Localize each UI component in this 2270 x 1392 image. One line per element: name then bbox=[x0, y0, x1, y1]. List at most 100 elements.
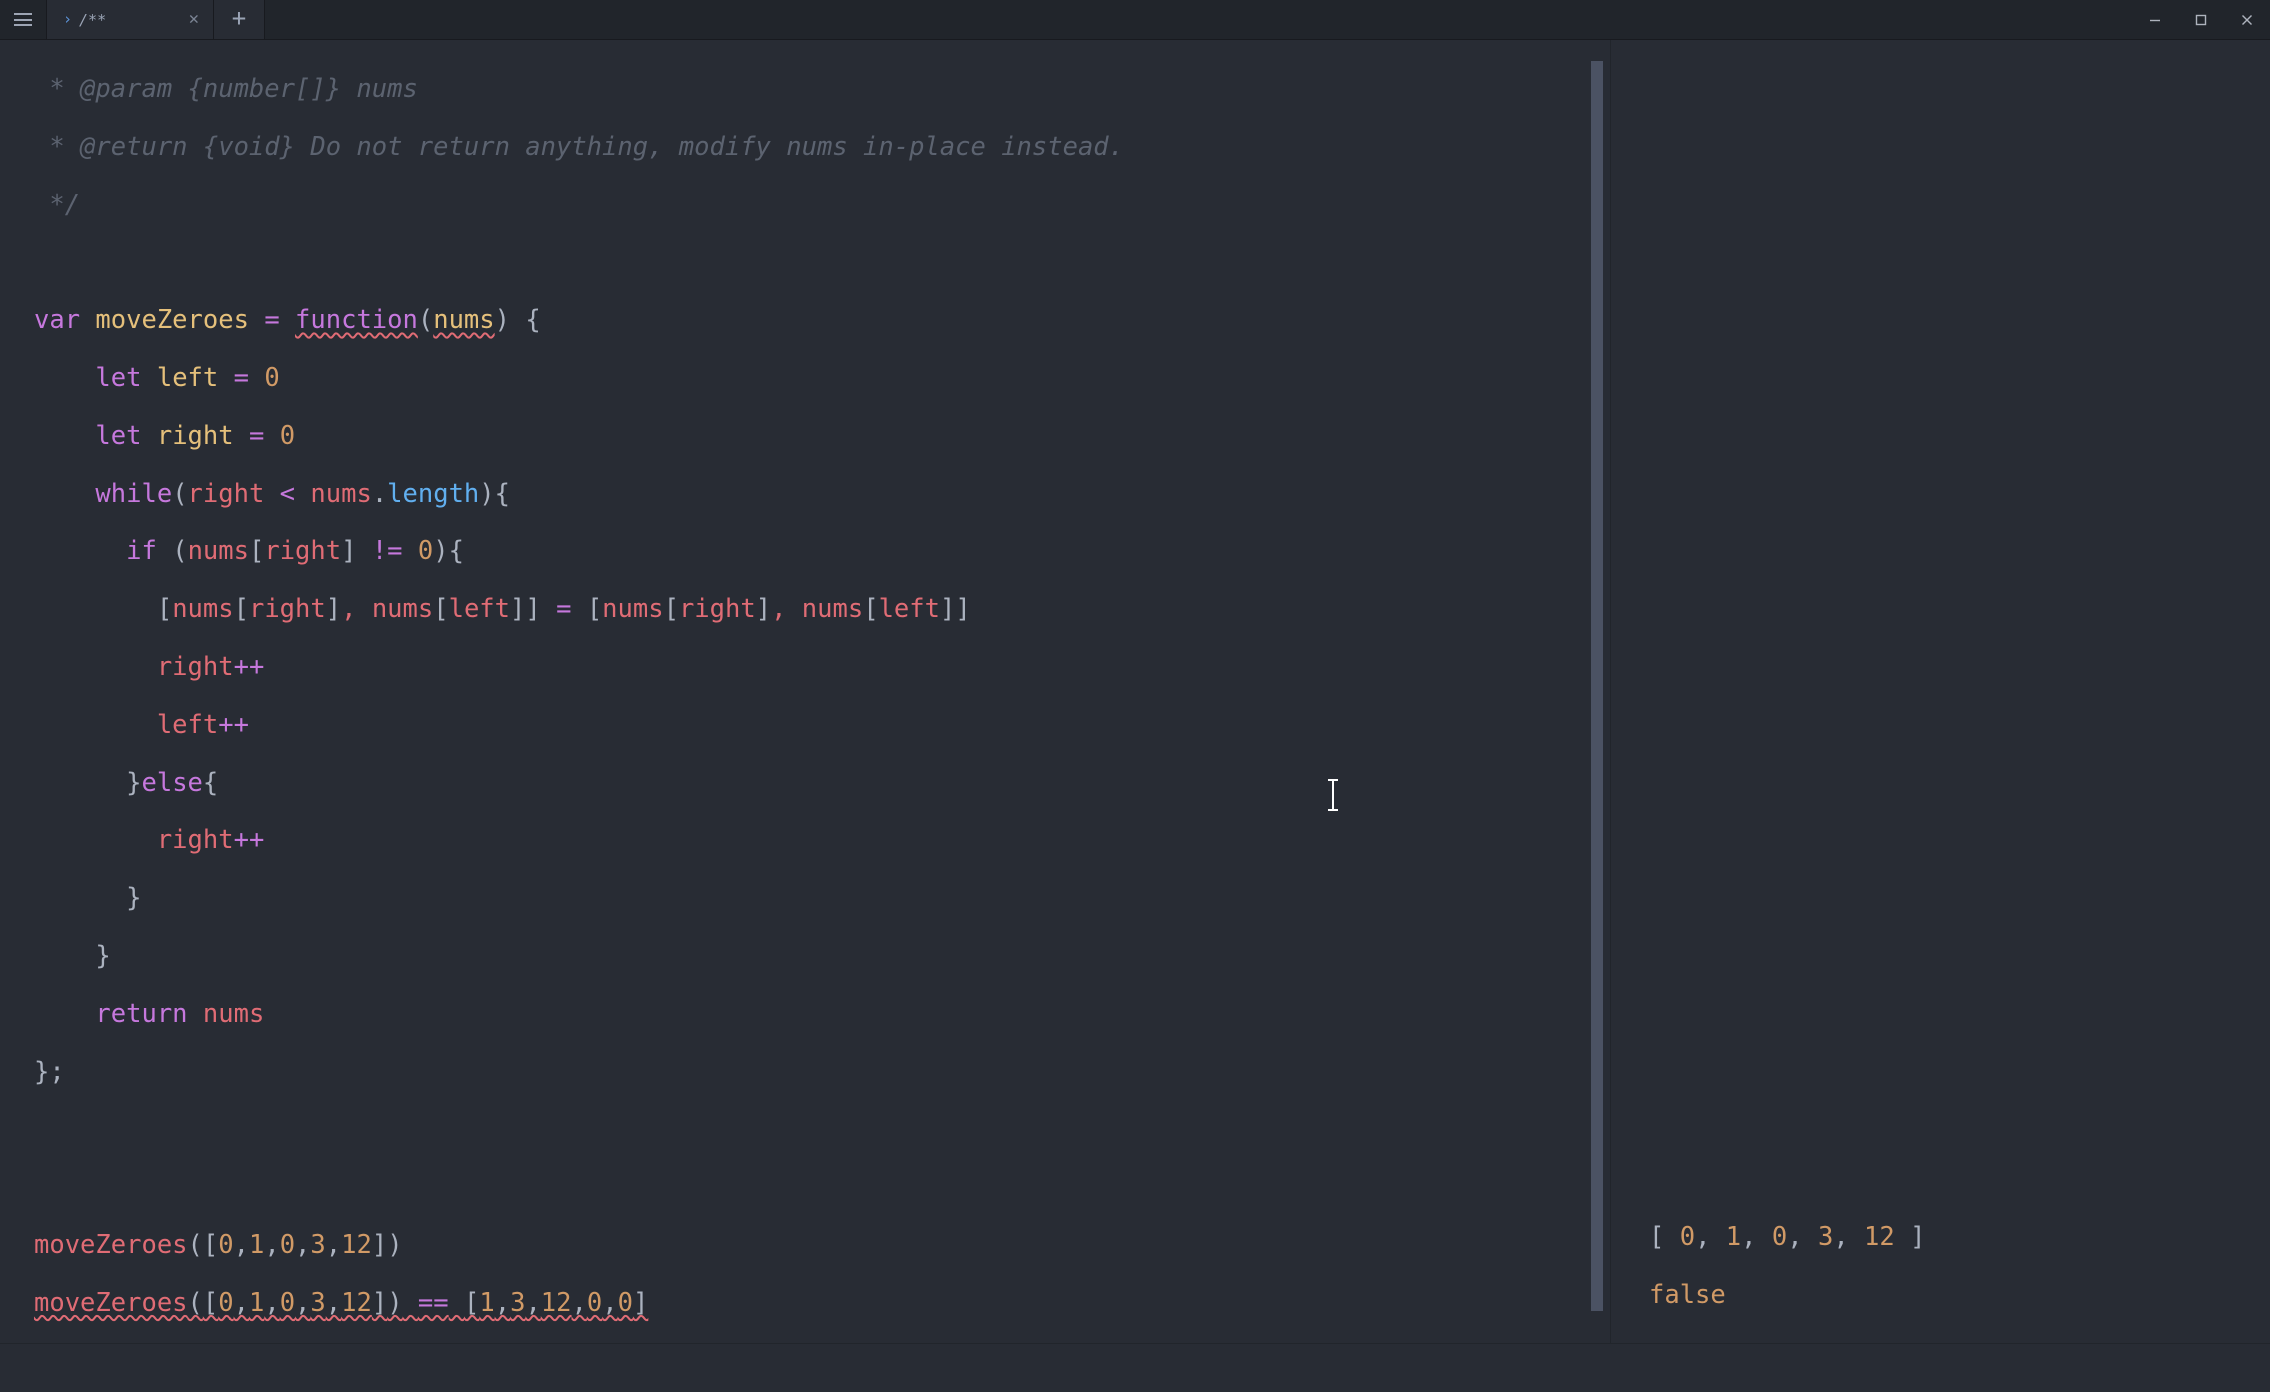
code-token: 1 bbox=[479, 1287, 495, 1318]
editor-tab[interactable]: › /** ✕ bbox=[47, 0, 214, 39]
output-token: false bbox=[1649, 1279, 1726, 1310]
code-token: ( bbox=[172, 536, 188, 567]
code-token: 3 bbox=[510, 1287, 526, 1318]
code-token: right bbox=[678, 594, 756, 625]
code-line: * @return {void} Do not return anything,… bbox=[0, 119, 1124, 177]
code-content[interactable]: * @param {number[]} nums * @return {void… bbox=[0, 39, 1124, 1333]
code-token: ; bbox=[49, 1056, 65, 1087]
close-button[interactable] bbox=[2224, 0, 2270, 39]
code-token: let bbox=[95, 420, 142, 451]
code-token: left bbox=[878, 594, 940, 625]
code-token: 3 bbox=[310, 1287, 326, 1318]
code-line: moveZeroes([0,1,0,3,12]) == [1,3,12,0,0] bbox=[0, 1275, 1124, 1333]
code-token: , bbox=[602, 1287, 618, 1318]
code-token: */ bbox=[34, 189, 81, 220]
code-token: , bbox=[264, 1287, 280, 1318]
output-token: 12 bbox=[1864, 1222, 1895, 1252]
hamburger-menu-button[interactable] bbox=[0, 0, 47, 39]
code-token: = bbox=[556, 594, 572, 625]
code-token: right bbox=[156, 420, 234, 451]
code-token: ] bbox=[755, 594, 772, 625]
editor-vertical-scrollbar[interactable] bbox=[1591, 39, 1603, 1344]
output-token: , bbox=[1741, 1222, 1757, 1252]
code-token: ( bbox=[187, 1229, 203, 1260]
chevron-right-icon: › bbox=[63, 10, 73, 28]
code-line: */ bbox=[0, 177, 1124, 235]
close-tab-icon[interactable]: ✕ bbox=[169, 11, 213, 28]
code-token: ++ bbox=[233, 651, 265, 682]
code-token: ) bbox=[433, 536, 449, 567]
code-token: } bbox=[126, 883, 142, 914]
code-token: * @return {void} Do not return anything,… bbox=[34, 131, 1125, 162]
code-line: moveZeroes([0,1,0,3,12]) bbox=[0, 1217, 1124, 1275]
code-token: = bbox=[248, 420, 265, 451]
code-token: 0 bbox=[218, 1229, 234, 1260]
code-token: nums bbox=[602, 594, 664, 625]
output-token bbox=[1895, 1222, 1910, 1252]
title-bar-drag-region bbox=[265, 0, 2132, 39]
code-line: [nums[right], nums[left]] = [nums[right]… bbox=[0, 581, 1124, 639]
code-token: , bbox=[771, 594, 787, 625]
code-token: ] bbox=[325, 594, 342, 625]
code-token: ) bbox=[387, 1287, 403, 1318]
code-token: ] bbox=[510, 594, 526, 625]
code-token: ++ bbox=[233, 825, 265, 856]
code-line: var moveZeroes = function(nums) { bbox=[0, 292, 1124, 350]
hamburger-menu-icon bbox=[14, 13, 32, 26]
code-token: [ bbox=[248, 536, 265, 567]
new-tab-button[interactable]: + bbox=[214, 0, 265, 39]
code-token: , bbox=[341, 594, 357, 625]
code-token: right bbox=[264, 536, 342, 567]
output-token: , bbox=[1833, 1222, 1849, 1252]
output-console-pane[interactable]: [ 0, 1, 0, 3, 12 ] false bbox=[1611, 39, 2270, 1344]
code-line: right++ bbox=[0, 639, 1124, 697]
code-token: { bbox=[525, 305, 541, 336]
code-token: { bbox=[494, 478, 511, 509]
code-token: nums bbox=[310, 478, 372, 509]
code-token: , bbox=[571, 1287, 587, 1318]
status-bar bbox=[0, 1343, 2270, 1392]
code-editor-pane[interactable]: * @param {number[]} nums * @return {void… bbox=[0, 39, 1611, 1344]
code-line: } bbox=[0, 928, 1124, 986]
output-token bbox=[1849, 1222, 1864, 1252]
code-token: var bbox=[34, 305, 81, 336]
code-token: [ bbox=[202, 1229, 219, 1260]
code-token: ] bbox=[371, 1287, 388, 1318]
code-token: left bbox=[156, 709, 219, 740]
maximize-button[interactable] bbox=[2178, 0, 2224, 39]
minimize-button[interactable] bbox=[2132, 0, 2178, 39]
code-token: , bbox=[264, 1229, 280, 1260]
code-token: nums bbox=[801, 594, 864, 625]
code-token: right bbox=[248, 594, 326, 625]
code-token: moveZeroes bbox=[34, 1229, 188, 1260]
code-token: , bbox=[494, 1287, 511, 1318]
output-token bbox=[1757, 1222, 1772, 1252]
code-token: < bbox=[279, 478, 296, 509]
editor-scrollbar-thumb[interactable] bbox=[1591, 61, 1603, 1311]
output-token: 0 bbox=[1679, 1222, 1696, 1252]
